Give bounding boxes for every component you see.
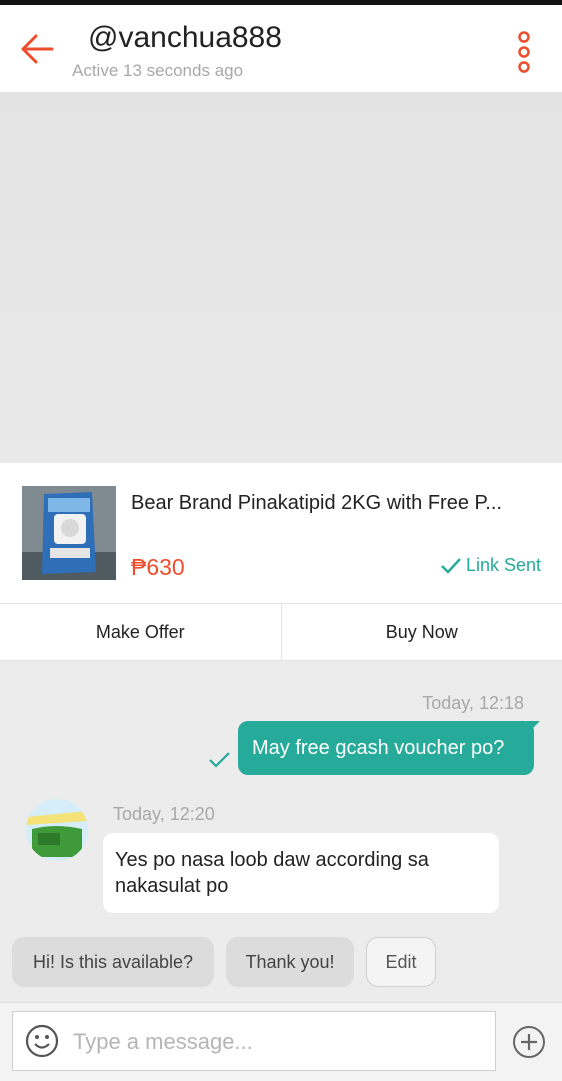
more-vertical-icon — [508, 29, 540, 75]
composer-bar — [0, 1002, 562, 1081]
back-arrow-icon — [16, 27, 60, 71]
avatar[interactable] — [26, 799, 88, 861]
product-thumbnail[interactable] — [22, 486, 116, 580]
make-offer-button[interactable]: Make Offer — [0, 604, 281, 660]
active-status: Active 13 seconds ago — [72, 61, 243, 81]
edit-quick-replies-button[interactable]: Edit — [366, 937, 436, 987]
message-input[interactable] — [71, 1022, 485, 1062]
more-options-button[interactable] — [508, 29, 540, 75]
product-card[interactable]: Bear Brand Pinakatipid 2KG with Free P..… — [0, 463, 562, 604]
chat-header: @vanchua888 Active 13 seconds ago — [0, 5, 562, 93]
message-input-box — [12, 1011, 496, 1071]
link-sent-label: Link Sent — [466, 555, 541, 576]
quick-reply-chip[interactable]: Thank you! — [226, 937, 354, 987]
check-icon — [440, 557, 462, 575]
plus-icon[interactable] — [512, 1025, 546, 1059]
product-actions: Make Offer Buy Now — [0, 604, 562, 661]
outgoing-message-bubble[interactable]: May free gcash voucher po? — [238, 721, 534, 775]
bubble-tail — [526, 721, 540, 735]
check-icon — [208, 751, 232, 769]
product-title[interactable]: Bear Brand Pinakatipid 2KG with Free P..… — [131, 492, 541, 515]
emoji-icon[interactable] — [25, 1024, 59, 1058]
quick-reply-chip[interactable]: Hi! Is this available? — [12, 937, 214, 987]
incoming-message-bubble[interactable]: Yes po nasa loob daw according sa nakasu… — [103, 833, 499, 913]
chat-username: @vanchua888 — [88, 21, 282, 55]
buy-now-button[interactable]: Buy Now — [281, 604, 562, 660]
quick-replies: Hi! Is this available? Thank you! Edit — [12, 937, 436, 987]
message-timestamp: Today, 12:20 — [113, 804, 215, 825]
chat-background — [0, 93, 562, 463]
message-timestamp: Today, 12:18 — [422, 693, 524, 714]
product-price: ₱630 — [131, 554, 185, 581]
back-button[interactable] — [16, 27, 60, 71]
link-sent-status: Link Sent — [440, 555, 541, 576]
